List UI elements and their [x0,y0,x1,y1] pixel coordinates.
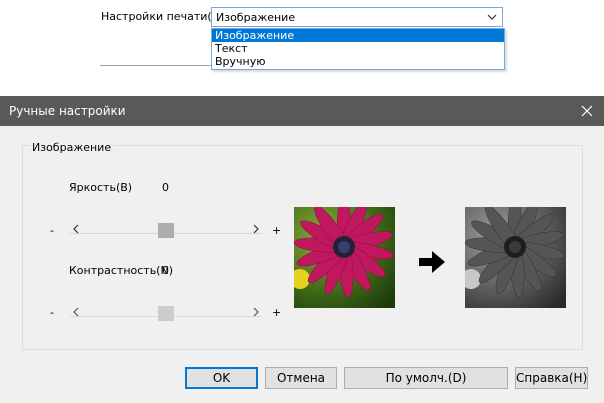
arrow-right-icon [419,251,445,273]
brightness-plus-label: + [272,224,282,237]
print-settings-combobox[interactable]: Изображение [211,7,503,27]
brightness-label: Яркость(B) [69,181,133,194]
print-settings-label: Настройки печати(I) [101,10,220,23]
contrast-value: 0 [162,264,169,277]
contrast-minus-label: - [50,306,54,319]
cancel-button[interactable]: Отмена [265,367,337,389]
dropdown-option-manual[interactable]: Вручную [212,55,504,68]
grayscale-preview-image [465,207,566,308]
close-icon[interactable] [570,96,604,126]
print-settings-dropdown-list: Изображение Текст Вручную [211,28,505,70]
groupbox-label: Изображение [30,141,114,154]
brightness-slider-thumb[interactable] [158,223,174,238]
brightness-slider[interactable] [70,222,262,238]
brightness-value: 0 [162,181,169,194]
contrast-label: Контрастность(N) [69,264,173,277]
slider-left-arrow-icon[interactable] [72,222,80,236]
ok-button[interactable]: OK [185,367,258,389]
dialog-titlebar[interactable]: Ручные настройки [0,96,604,126]
help-button[interactable]: Справка(H) [515,367,588,389]
slider-right-arrow-icon[interactable] [252,305,260,319]
brightness-minus-label: - [50,224,54,237]
combobox-selected-value: Изображение [216,11,296,24]
restore-defaults-button[interactable]: По умолч.(D) [344,367,508,389]
contrast-slider-thumb[interactable] [158,306,174,321]
dialog-title: Ручные настройки [9,104,126,118]
slider-left-arrow-icon[interactable] [72,305,80,319]
contrast-slider[interactable] [70,305,262,321]
divider [100,65,212,66]
chevron-down-icon[interactable] [486,10,498,24]
slider-right-arrow-icon[interactable] [252,222,260,236]
manual-settings-dialog: Ручные настройки Изображение Яркость(B) … [0,96,604,403]
dropdown-option-text[interactable]: Текст [212,42,504,55]
dropdown-option-image[interactable]: Изображение [212,29,504,42]
contrast-plus-label: + [272,306,282,319]
color-preview-image [294,207,395,308]
